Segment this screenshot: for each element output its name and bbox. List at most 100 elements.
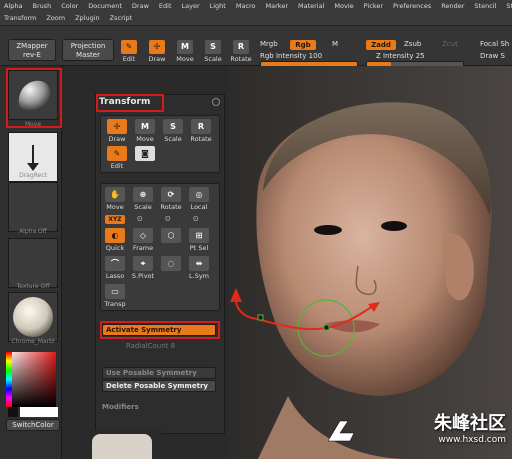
zadd-button[interactable]: Zadd (366, 40, 396, 50)
m-button[interactable]: M (332, 40, 338, 48)
panel-draw-button[interactable]: ✢ Draw (105, 119, 129, 145)
menu-draw[interactable]: Draw (132, 2, 149, 11)
ptsel-button[interactable]: ⊞ Pt Sel (187, 228, 211, 254)
lsym-button[interactable]: ⇹ L.Sym (187, 256, 211, 282)
lasso-icon: ⌒ (105, 256, 125, 271)
zsub-button[interactable]: Zsub (404, 40, 421, 48)
panel-edit-button[interactable]: ✎ Edit (105, 146, 129, 172)
axis-x-icon[interactable]: ʘ (193, 215, 199, 223)
color-swatches[interactable] (8, 407, 58, 417)
panel-rotate-button[interactable]: R Rotate (189, 119, 213, 145)
projection-sub: Master (76, 51, 100, 59)
panel-scale-button[interactable]: S Scale (161, 119, 185, 145)
panel-refresh-icon[interactable] (212, 98, 220, 106)
cube-button[interactable]: ⬡ (159, 228, 183, 254)
panel-move-button[interactable]: M Move (133, 119, 157, 145)
menu-preferences[interactable]: Preferences (393, 2, 431, 11)
panel-rotate-icon: R (191, 119, 211, 134)
menu-stencil[interactable]: Stencil (474, 2, 496, 11)
lsym-icon: ⇹ (189, 256, 209, 271)
head-model (228, 66, 512, 459)
z-intensity-label: Z Intensity 25 (376, 52, 425, 60)
rotate2-icon: ⟳ (161, 187, 181, 202)
menu-alpha[interactable]: Alpha (4, 2, 22, 11)
menu-render[interactable]: Render (441, 2, 464, 11)
radial-count-label[interactable]: RadialCount 8 (126, 342, 175, 350)
menu-edit[interactable]: Edit (159, 2, 172, 11)
rotate-icon: R (233, 40, 249, 54)
watermark-title: 朱峰社区 (434, 413, 506, 434)
panel-move-icon: M (135, 119, 155, 134)
use-posable-symmetry-button[interactable]: Use Posable Symmetry (102, 367, 216, 379)
projection-master-button[interactable]: Projection Master (62, 39, 114, 61)
bottom-object (92, 434, 152, 459)
draw-tool-button[interactable]: ✢ Draw (146, 40, 168, 66)
ptsel-label: Pt Sel (189, 244, 209, 252)
menu-movie[interactable]: Movie (334, 2, 353, 11)
projection-label: Projection (70, 42, 106, 50)
brush-highlight (6, 68, 62, 128)
focal-shift-label[interactable]: Focal Sh (480, 40, 509, 48)
modifiers-section[interactable]: Modifiers (102, 403, 139, 411)
scale-tool-button[interactable]: S Scale (202, 40, 224, 66)
snapshot-button[interactable]: ◙ (133, 146, 157, 172)
alpha-thumb[interactable] (8, 182, 58, 232)
lasso-button[interactable]: ⌒ Lasso (103, 256, 127, 282)
menu-brush[interactable]: Brush (32, 2, 51, 11)
menu-document[interactable]: Document (88, 2, 122, 11)
axis-z-icon[interactable]: ʘ (165, 215, 171, 223)
hue-bar[interactable] (6, 352, 12, 407)
transp-icon: ▭ (105, 284, 125, 299)
menu-material[interactable]: Material (298, 2, 324, 11)
menu-light[interactable]: Light (210, 2, 226, 11)
spivot-label: S.Pivot (131, 272, 155, 280)
delete-posable-symmetry-button[interactable]: Delete Posable Symmetry (102, 380, 216, 392)
primary-color-swatch[interactable] (20, 407, 58, 417)
menu-layer[interactable]: Layer (182, 2, 200, 11)
texture-thumb[interactable] (8, 238, 58, 288)
spivot-button[interactable]: ⌖ S.Pivot (131, 256, 155, 282)
edit-tool-button[interactable]: ✎ Edit (118, 40, 140, 66)
menu-color[interactable]: Color (61, 2, 78, 11)
move-tool-button[interactable]: M Move (174, 40, 196, 66)
menu-transform[interactable]: Transform (4, 14, 36, 23)
menu-zscript[interactable]: Zscript (110, 14, 133, 23)
transp-label: Transp (104, 300, 126, 308)
menu-macro[interactable]: Macro (236, 2, 256, 11)
panel-scale-label: Scale (164, 135, 182, 143)
secondary-color-swatch[interactable] (8, 407, 18, 417)
zmapper-button[interactable]: ZMapper rev-E (8, 39, 56, 61)
zcut-button[interactable]: Zcut (442, 40, 458, 48)
rotate2-button[interactable]: ⟳ Rotate (159, 187, 183, 213)
draw-size-label[interactable]: Draw S (480, 52, 505, 60)
lsym-label: L.Sym (189, 272, 209, 280)
menu-marker[interactable]: Marker (266, 2, 288, 11)
scale2-icon: ⊕ (133, 187, 153, 202)
axis-y-icon[interactable]: ʘ (137, 215, 143, 223)
rgb-button[interactable]: Rgb (290, 40, 316, 50)
material-thumb[interactable] (8, 292, 58, 342)
switch-color-button[interactable]: SwitchColor (6, 419, 60, 431)
local-button[interactable]: ◎ Local (187, 187, 211, 213)
menu-picker[interactable]: Picker (364, 2, 383, 11)
color-picker[interactable] (6, 352, 56, 407)
rotate-tool-button[interactable]: R Rotate (230, 40, 252, 66)
menu-stroke[interactable]: Stroke (506, 2, 512, 11)
canvas-viewport[interactable]: 朱峰社区 www.hxsd.com (228, 66, 512, 459)
draw-label: Draw (148, 55, 166, 63)
scale2-button[interactable]: ⊕ Scale (131, 187, 155, 213)
watermark-url: www.hxsd.com (438, 435, 506, 445)
quick-button[interactable]: ◐ Quick (103, 228, 127, 254)
menu-zplugin[interactable]: Zplugin (75, 14, 100, 23)
mrgb-button[interactable]: Mrgb (260, 40, 278, 48)
move2-label: Move (106, 203, 124, 211)
menu-zoom[interactable]: Zoom (46, 14, 65, 23)
move2-button[interactable]: ✋ Move (103, 187, 127, 213)
panel-edit-label: Edit (110, 162, 124, 170)
menu-row-main: Alpha Brush Color Document Draw Edit Layer Ligh… (4, 2, 512, 11)
panel-rotate-label: Rotate (190, 135, 212, 143)
xyz-button[interactable]: XYZ (105, 215, 125, 224)
center-button[interactable]: ◌ (159, 256, 183, 282)
transp-button[interactable]: ▭ Transp (103, 284, 127, 310)
frame-button[interactable]: ◇ Frame (131, 228, 155, 254)
